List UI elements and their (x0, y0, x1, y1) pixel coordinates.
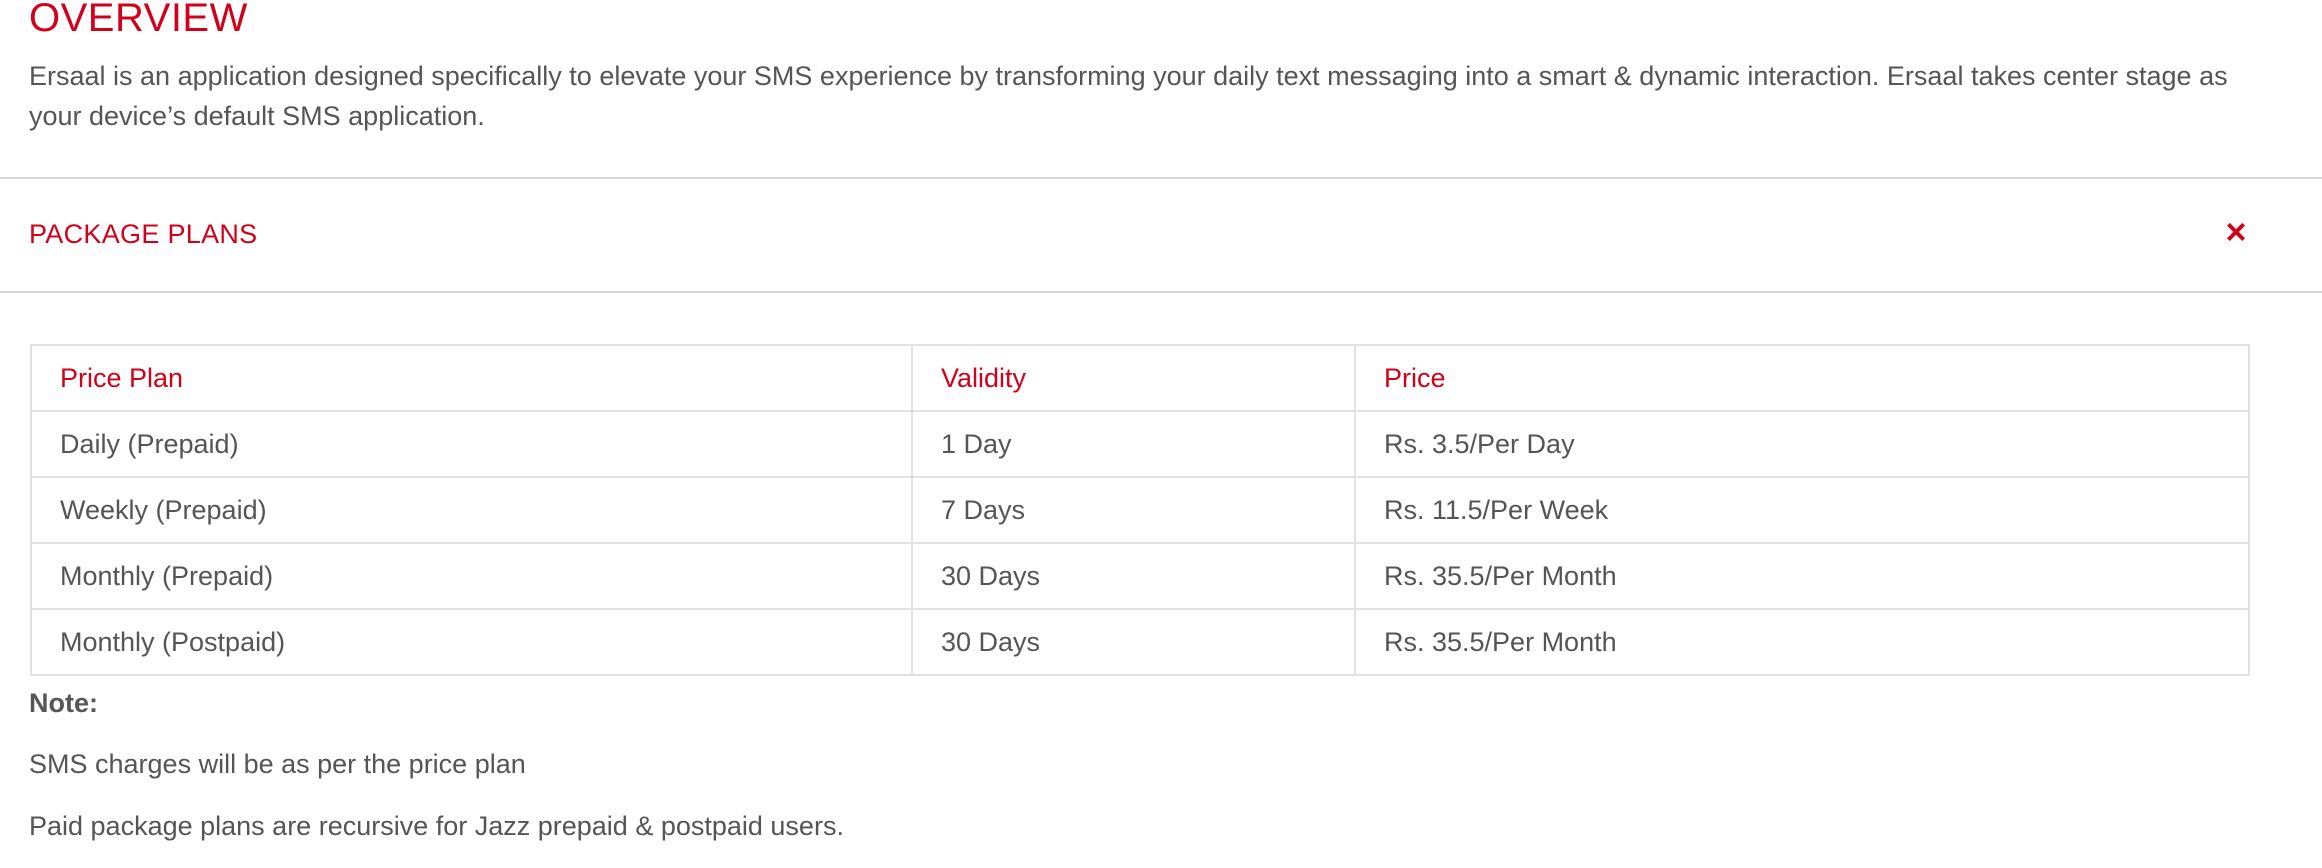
cell-price-plan: Monthly (Prepaid) (30, 542, 913, 610)
table-header-row: Price Plan Validity Price (30, 344, 2250, 412)
note-label: Note: (29, 688, 98, 718)
header-price: Price (1354, 344, 2250, 412)
cell-price-plan: Daily (Prepaid) (30, 410, 913, 478)
package-plans-table: Price Plan Validity Price Daily (Prepaid… (30, 344, 2250, 676)
cell-price: Rs. 35.5/Per Month (1354, 542, 2250, 610)
close-icon[interactable]: × (2218, 214, 2254, 250)
package-plans-accordion-header[interactable]: PACKAGE PLANS × (0, 179, 2322, 291)
cell-validity: 7 Days (911, 476, 1356, 544)
cell-validity: 30 Days (911, 608, 1356, 676)
note-line-sms-charges: SMS charges will be as per the price pla… (29, 749, 526, 779)
page: OVERVIEW Ersaal is an application design… (0, 0, 2322, 868)
package-plans-title: PACKAGE PLANS (29, 219, 258, 249)
cell-price: Rs. 35.5/Per Month (1354, 608, 2250, 676)
section-divider-bottom (0, 291, 2322, 293)
cell-price-plan: Weekly (Prepaid) (30, 476, 913, 544)
table-row: Daily (Prepaid) 1 Day Rs. 3.5/Per Day (30, 410, 2250, 478)
table-row: Weekly (Prepaid) 7 Days Rs. 11.5/Per Wee… (30, 476, 2250, 544)
header-price-plan: Price Plan (30, 344, 913, 412)
header-validity: Validity (911, 344, 1356, 412)
cell-price-plan: Monthly (Postpaid) (30, 608, 913, 676)
cell-validity: 1 Day (911, 410, 1356, 478)
table-row: Monthly (Prepaid) 30 Days Rs. 35.5/Per M… (30, 542, 2250, 610)
overview-title: OVERVIEW (29, 0, 248, 40)
cell-price: Rs. 3.5/Per Day (1354, 410, 2250, 478)
overview-description: Ersaal is an application designed specif… (29, 61, 2228, 131)
table-row: Monthly (Postpaid) 30 Days Rs. 35.5/Per … (30, 608, 2250, 676)
cell-price: Rs. 11.5/Per Week (1354, 476, 2250, 544)
cell-validity: 30 Days (911, 542, 1356, 610)
note-line-recursive-plans: Paid package plans are recursive for Jaz… (29, 811, 844, 841)
